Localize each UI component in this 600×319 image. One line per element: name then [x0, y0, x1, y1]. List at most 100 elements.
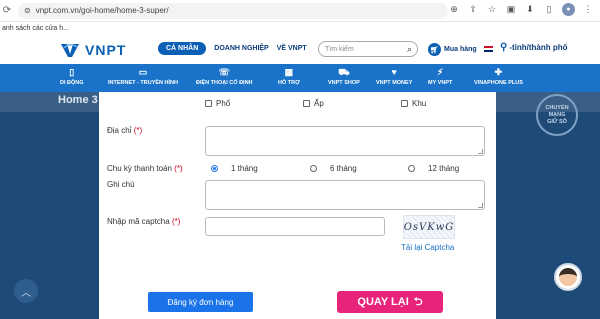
radio-label: 6 tháng — [330, 164, 357, 173]
menu-item-vnpt-shop[interactable]: ⛟ VNPT SHOP — [328, 67, 360, 86]
badge-line: GIỮ SỐ — [547, 118, 567, 125]
tab-doanh-nghiep[interactable]: DOANH NGHIỆP — [214, 45, 268, 52]
required-mark: (*) — [133, 126, 143, 135]
checkbox-khu[interactable]: Khu — [401, 99, 426, 108]
search-placeholder: Tìm kiếm — [325, 45, 354, 53]
menu-item-label: HỖ TRỢ — [278, 80, 300, 86]
menu-item-vinaphone-plus[interactable]: ✚ VINAPHONE PLUS — [474, 67, 523, 86]
reload-icon[interactable]: ⟳ — [0, 4, 14, 18]
search-input[interactable]: Tìm kiếm ⌕ — [318, 41, 418, 57]
address-label-text: Địa chỉ — [107, 126, 132, 135]
checkbox-pho[interactable]: Phố — [205, 99, 230, 108]
scroll-top-button[interactable]: ︿ — [14, 279, 38, 303]
phone-icon: ▯ — [69, 67, 75, 77]
radio-label: 1 tháng — [231, 164, 258, 173]
order-form-modal: Phố Ấp Khu Địa chỉ (*) Chu kỳ thanh toán… — [99, 92, 496, 319]
assistant-avatar-icon — [559, 268, 577, 286]
menu-item-internet[interactable]: ▭ INTERNET - TRUYỀN HÌNH — [108, 67, 178, 86]
tab-ve-vnpt[interactable]: VỀ VNPT — [277, 45, 307, 52]
menu-item-my-vnpt[interactable]: ⚡︎ MY VNPT — [428, 67, 452, 86]
menu-item-vnpt-money[interactable]: ♥ VNPT MONEY — [376, 67, 412, 86]
payment-cycle-label-text: Chu kỳ thanh toán — [107, 164, 172, 173]
checkbox-label: Ấp — [314, 99, 324, 108]
required-mark: (*) — [174, 164, 183, 173]
badge-line: MẠNG — [548, 111, 566, 118]
menu-item-label: DI ĐỘNG — [60, 80, 84, 86]
site-header: VNPT CÁ NHÂN DOANH NGHIỆP VỀ VNPT Tìm ki… — [0, 36, 600, 64]
cart-label: Mua hàng — [444, 46, 477, 53]
profile-avatar[interactable]: ● — [562, 3, 575, 16]
area-type-row: Phố Ấp Khu — [99, 99, 496, 111]
radio-dot — [310, 165, 317, 172]
tab-ca-nhan[interactable]: CÁ NHÂN — [158, 42, 207, 55]
browser-tools: ⊕ ⇪ ☆ ▣ ⬇ ▯ ● ⋮ — [448, 3, 594, 16]
sidebar-icon[interactable]: ▯ — [543, 4, 555, 16]
chuyen-mang-badge[interactable]: CHUYỂN MẠNG GIỮ SỐ — [536, 94, 578, 136]
menu-item-di-dong[interactable]: ▯ DI ĐỘNG — [60, 67, 84, 86]
checkbox-box — [401, 100, 408, 107]
radio-6-thang[interactable]: 6 tháng — [310, 164, 357, 173]
bookmark-star-icon[interactable]: ☆ — [486, 4, 498, 16]
location-label: -tỉnh/thành phố — [509, 43, 568, 52]
captcha-input[interactable] — [205, 217, 385, 236]
menu-item-ho-tro[interactable]: ▦ HỖ TRỢ — [278, 67, 300, 86]
menu-dots-icon[interactable]: ⋮ — [582, 4, 594, 16]
extension-icon[interactable]: ▣ — [505, 4, 517, 16]
captcha-label-text: Nhập mã captcha — [107, 217, 170, 226]
shopping-cart-icon: 🛒︎ — [428, 43, 441, 56]
menu-item-dien-thoai[interactable]: ☏ ĐIỆN THOẠI CỐ ĐỊNH — [196, 67, 253, 86]
required-mark: (*) — [171, 217, 181, 226]
landline-icon: ☏ — [218, 67, 230, 77]
bookmarks-bar: anh sách các cửa h... — [0, 22, 600, 36]
return-arrow-icon: ⮌ — [413, 295, 423, 308]
cart-icon: ⛟ — [338, 67, 350, 77]
vnpt-logo[interactable]: VNPT — [60, 42, 126, 58]
chevron-up-icon: ︿ — [21, 287, 31, 299]
tv-icon: ▭ — [138, 67, 148, 77]
menu-item-label: VNPT SHOP — [328, 80, 360, 86]
menu-item-label: MY VNPT — [428, 80, 453, 86]
heart-icon: ♥ — [391, 67, 397, 77]
badge-line: CHUYỂN — [545, 104, 569, 111]
vnpt-logo-icon — [61, 44, 79, 57]
bookmark-item[interactable]: anh sách các cửa h... — [2, 25, 69, 32]
checkbox-label: Khu — [412, 99, 427, 108]
note-field[interactable] — [205, 180, 485, 210]
breadcrumb: Home 3 — [58, 94, 98, 106]
address-bar[interactable]: ⊜ vnpt.com.vn/goi-home/home-3-super/ — [18, 2, 448, 19]
main-menu: ▯ DI ĐỘNG ▭ INTERNET - TRUYỀN HÌNH ☏ ĐIỆ… — [0, 64, 600, 92]
chat-assistant-button[interactable] — [554, 263, 582, 291]
cart-button[interactable]: 🛒︎ Mua hàng — [428, 43, 477, 56]
download-icon[interactable]: ⬇ — [524, 4, 536, 16]
submit-label: Đăng ký đơn hàng — [167, 297, 234, 307]
search-icon[interactable]: ⌕ — [407, 44, 412, 55]
submit-order-button[interactable]: Đăng ký đơn hàng — [148, 292, 253, 312]
radio-label: 12 tháng — [428, 164, 460, 173]
zoom-icon[interactable]: ⊕ — [448, 4, 460, 16]
radio-1-thang[interactable]: 1 tháng — [211, 164, 258, 173]
radio-dot — [408, 165, 415, 172]
menu-item-label: INTERNET - TRUYỀN HÌNH — [108, 80, 178, 86]
radio-dot — [211, 165, 218, 172]
language-flag-icon[interactable] — [484, 46, 493, 52]
menu-item-label: ĐIỆN THOẠI CỐ ĐỊNH — [196, 80, 253, 86]
resize-handle-icon[interactable] — [478, 203, 483, 208]
reload-captcha-link[interactable]: Tải lại Captcha — [401, 243, 454, 252]
checkbox-box — [303, 100, 310, 107]
checkbox-label: Phố — [216, 99, 231, 108]
back-label: QUAY LẠI — [357, 296, 409, 308]
plus-icon: ✚ — [494, 67, 503, 77]
note-label: Ghi chú — [107, 180, 135, 189]
location-selector[interactable]: ⚲ -tỉnh/thành phố — [500, 42, 568, 53]
top-nav: CÁ NHÂN DOANH NGHIỆP VỀ VNPT — [158, 42, 307, 55]
share-icon[interactable]: ⇪ — [467, 4, 479, 16]
menu-item-label: VNPT MONEY — [376, 80, 413, 86]
address-field[interactable] — [205, 126, 485, 156]
menu-item-label: VINAPHONE PLUS — [474, 80, 523, 86]
captcha-text: OsVKwG — [403, 221, 455, 233]
resize-handle-icon[interactable] — [478, 149, 483, 154]
back-button[interactable]: QUAY LẠI ⮌ — [337, 291, 443, 313]
radio-12-thang[interactable]: 12 tháng — [408, 164, 459, 173]
checkbox-ap[interactable]: Ấp — [303, 99, 324, 108]
site-info-icon[interactable]: ⊜ — [24, 6, 31, 15]
